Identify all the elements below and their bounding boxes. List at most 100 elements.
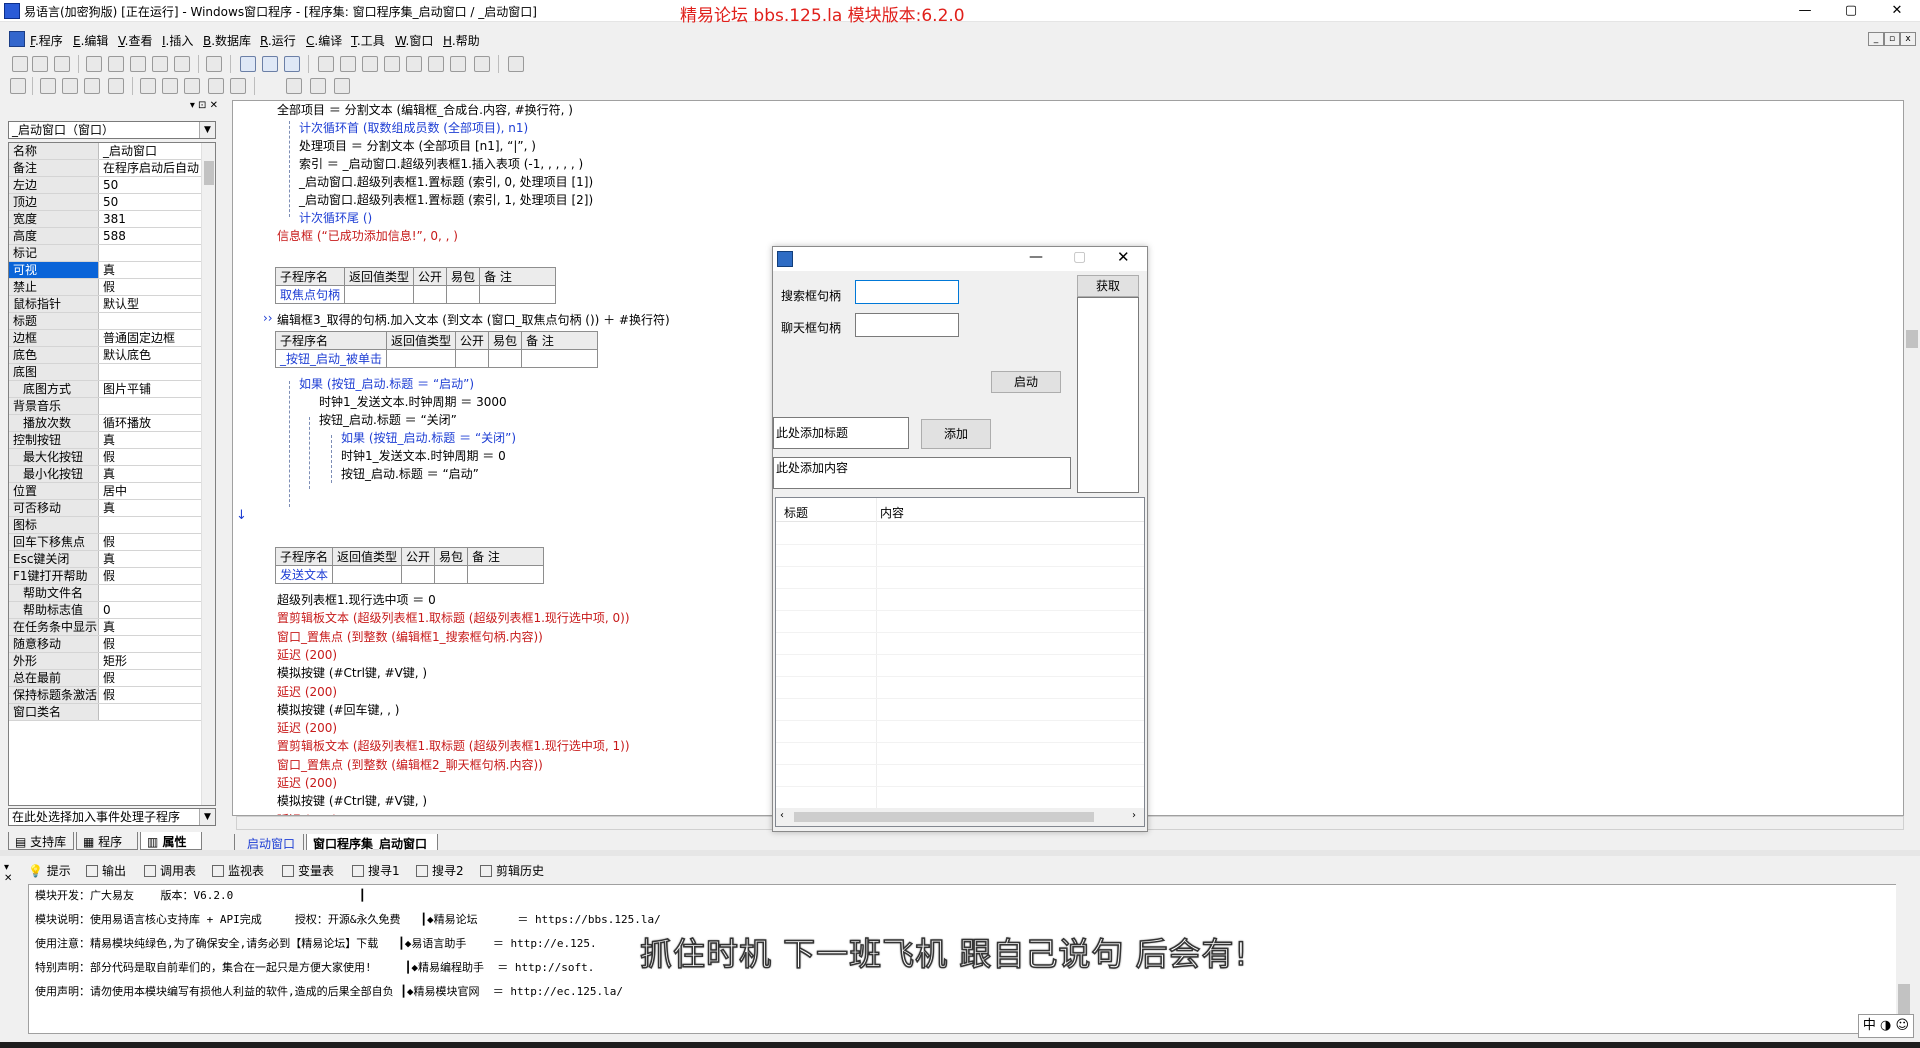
property-row[interactable]: 图标 [9, 517, 205, 534]
property-row[interactable]: 底色 默认底色 [9, 347, 205, 364]
column-header-content[interactable]: 内容 [880, 504, 904, 521]
mdi-restore-button[interactable]: ▫ [1884, 32, 1900, 46]
property-row[interactable]: 底图方式 图片平铺 [9, 381, 205, 398]
close-button[interactable]: ✕ [1874, 0, 1920, 22]
property-value[interactable]: 真 [101, 551, 205, 567]
menu-edit[interactable]: E.编辑 [73, 32, 108, 49]
sub-name[interactable]: 取焦点句柄 [274, 285, 346, 304]
property-value[interactable]: 居中 [101, 483, 205, 499]
property-value[interactable]: 普通固定边框 [101, 330, 205, 346]
tab-call-stack[interactable]: 调用表 [144, 862, 196, 879]
property-row[interactable]: 回车下移焦点假 [9, 534, 205, 551]
tab-variables[interactable]: 变量表 [282, 862, 334, 879]
undo-icon[interactable] [174, 56, 190, 72]
property-value[interactable] [101, 398, 205, 414]
tab-watch[interactable]: 监视表 [212, 862, 264, 879]
code-line[interactable]: 按钮_启动.标题 ＝ “关闭” [319, 411, 457, 428]
code-line[interactable]: 按钮_启动.标题 ＝ “启动” [341, 465, 479, 482]
tab-search1[interactable]: 搜寻1 [352, 862, 400, 879]
property-value[interactable]: 假 [101, 636, 205, 652]
property-value[interactable]: 真 [101, 619, 205, 635]
center-v-icon[interactable] [310, 78, 326, 94]
property-value[interactable] [101, 704, 205, 720]
menu-view[interactable]: V.查看 [118, 32, 153, 49]
property-row[interactable]: 可否移动真 [9, 500, 205, 517]
property-row[interactable]: 帮助标志值 0 [9, 602, 205, 619]
code-line[interactable]: 延迟 (200) [277, 646, 337, 663]
property-value[interactable]: 默认型 [101, 296, 205, 312]
code-line[interactable]: 计次循环首 (取数组成员数 (全部项目), n1) [299, 119, 528, 136]
property-value[interactable]: 在程序启动后自动 [101, 160, 205, 176]
property-row[interactable]: 边框 普通固定边框 [9, 330, 205, 347]
menu-run[interactable]: R.运行 [260, 32, 296, 49]
handle-output-box[interactable] [1077, 297, 1139, 493]
title-input[interactable]: 此处添加标题 [773, 417, 909, 449]
property-row[interactable]: 在任务条中显示真 [9, 619, 205, 636]
property-row[interactable]: 鼠标指针 默认型 [9, 296, 205, 313]
property-value[interactable]: 假 [101, 279, 205, 295]
step-over-icon[interactable] [384, 56, 400, 72]
chevron-left-icon[interactable]: ‹ [780, 810, 784, 821]
stop-icon[interactable] [340, 56, 356, 72]
property-value[interactable]: _启动窗口 [101, 143, 205, 159]
code-line[interactable]: 信息框 (“已成功添加信息!”, 0, , ) [277, 227, 458, 244]
property-row[interactable]: 备注 在程序启动后自动 [9, 160, 205, 177]
tab-program[interactable]: ▦ 程序 [76, 832, 138, 850]
align-left-icon[interactable] [40, 78, 56, 94]
property-value[interactable] [101, 364, 205, 380]
find-icon[interactable] [206, 56, 222, 72]
property-value[interactable]: 假 [101, 670, 205, 686]
property-value[interactable]: 默认底色 [101, 347, 205, 363]
output-scrollbar[interactable] [1896, 884, 1912, 1034]
close-icon[interactable]: ✕ [1117, 248, 1130, 266]
code-line[interactable]: 置剪辑板文本 (超级列表框1.取标题 (超级列表框1.现行选中项, 0)) [277, 609, 630, 626]
property-row[interactable]: 外形 矩形 [9, 653, 205, 670]
same-size-icon[interactable] [184, 78, 200, 94]
mdi-close-button[interactable]: x [1900, 32, 1916, 46]
same-width-icon[interactable] [140, 78, 156, 94]
property-row[interactable]: 背景音乐 [9, 398, 205, 415]
tab-support-library[interactable]: ▤ 支持库 [8, 832, 74, 850]
splitter[interactable] [0, 850, 1920, 856]
cut-icon[interactable] [86, 56, 102, 72]
code-line[interactable]: 时钟1_发送文本.时钟周期 ＝ 3000 [319, 393, 507, 410]
property-row[interactable]: 顶边 50 [9, 194, 205, 211]
property-row[interactable]: 随意移动假 [9, 636, 205, 653]
copy-icon[interactable] [108, 56, 124, 72]
menu-program[interactable]: F.程序 [30, 32, 63, 49]
property-row[interactable]: 保持标题条激活假 [9, 687, 205, 704]
property-scrollbar[interactable] [201, 143, 215, 805]
open-file-icon[interactable] [32, 56, 48, 72]
get-button[interactable]: 获取 [1077, 275, 1139, 297]
chevron-right-icon[interactable]: › [1132, 810, 1136, 821]
property-row[interactable]: 标记 [9, 245, 205, 262]
code-line[interactable]: 如果 (按钮_启动.标题 ＝ “启动”) [299, 375, 474, 392]
minimize-button[interactable]: — [1782, 0, 1828, 22]
property-value[interactable]: 真 [101, 500, 205, 516]
code-line[interactable]: 模拟按键 (#Ctrl键, #V键, ) [277, 792, 427, 809]
run-icon[interactable] [318, 56, 334, 72]
property-value[interactable]: 50 [101, 194, 205, 210]
menu-tools[interactable]: T.工具 [351, 32, 385, 49]
property-value[interactable]: 真 [101, 466, 205, 482]
property-value[interactable]: 真 [101, 432, 205, 448]
breakpoint-icon[interactable] [450, 56, 466, 72]
same-height-icon[interactable] [162, 78, 178, 94]
hand-icon[interactable] [474, 56, 490, 72]
chevron-down-icon[interactable]: ▼ [199, 122, 215, 138]
search-handle-input[interactable] [855, 280, 959, 304]
property-row[interactable]: 位置 居中 [9, 483, 205, 500]
tab-clipboard-history[interactable]: 剪辑历史 [480, 862, 544, 879]
object-selector[interactable]: _启动窗口（窗口） ▼ [8, 121, 216, 139]
property-value[interactable]: 381 [101, 211, 205, 227]
property-row[interactable]: 底图 [9, 364, 205, 381]
view-layout-2-icon[interactable] [262, 56, 278, 72]
code-line[interactable]: 计次循环尾 () [299, 209, 372, 226]
tab-output[interactable]: 输出 [86, 862, 126, 879]
chat-handle-input[interactable] [855, 313, 959, 337]
align-grid-icon[interactable] [10, 78, 26, 94]
property-value[interactable] [101, 585, 205, 601]
property-value[interactable] [101, 245, 205, 261]
property-value[interactable] [101, 313, 205, 329]
component-icon[interactable] [508, 56, 524, 72]
